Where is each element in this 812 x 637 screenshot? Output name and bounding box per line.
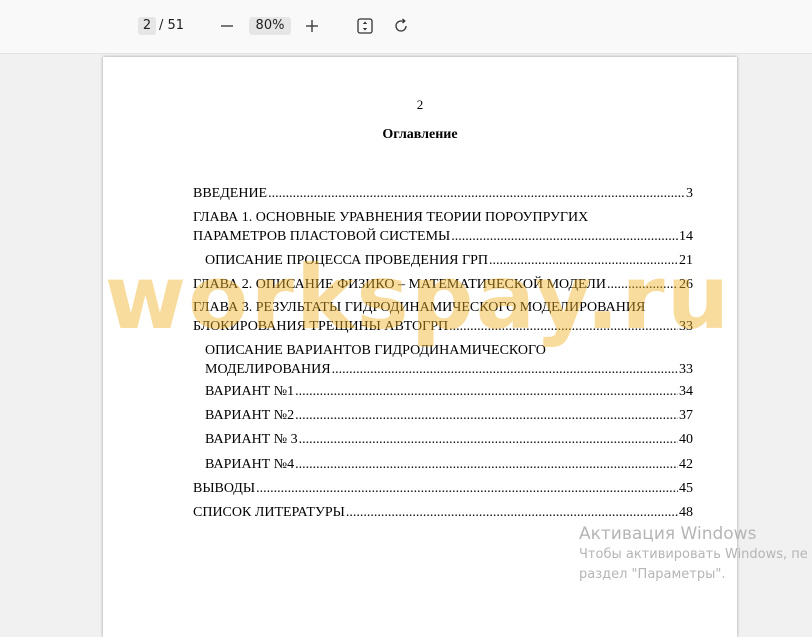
- page-number-text: 2: [416, 97, 424, 112]
- toc-page-number: 40: [679, 432, 693, 447]
- document-viewer[interactable]: 2 Оглавление ВВЕДЕНИЕ 3 ГЛАВА 1. ОСНОВНЫЕ…: [0, 54, 812, 637]
- toc-leader-dots: [449, 317, 678, 336]
- toc-entry-text: Вариант №1: [205, 384, 295, 399]
- toc-page-number: 48: [679, 505, 693, 520]
- toc-entry-intro: ВВЕДЕНИЕ 3: [193, 184, 693, 203]
- toc-entry-text: Вариант №2: [205, 408, 295, 423]
- toc-page-number: 42: [679, 457, 693, 472]
- toc-page-number: 33: [679, 319, 693, 334]
- toc-entry-conclusions: ВЫВОДЫ 45: [193, 479, 693, 498]
- toc-leader-dots: [607, 275, 678, 294]
- toc-title: Оглавление: [382, 127, 458, 142]
- toc-entry-chapter-2: ГЛАВА 2. ОПИСАНИЕ ФИЗИКО – МАТЕМАТИЧЕСКО…: [193, 275, 693, 294]
- toc-page-number: 26: [679, 277, 693, 292]
- toc-leader-dots: [489, 251, 678, 270]
- toc-page-number: 34: [679, 384, 693, 399]
- toc-entry-variant-4: Вариант №4 42: [205, 455, 693, 474]
- document-page: 2 Оглавление ВВЕДЕНИЕ 3 ГЛАВА 1. ОСНОВНЫЕ…: [103, 57, 737, 637]
- toc-entry-text-continued: ПАРАМЕТРОВ ПЛАСТОВОЙ СИСТЕМЫ: [193, 229, 451, 244]
- toc-entry-text-continued: моделирования: [205, 362, 331, 377]
- toc-entry-variant-3: Вариант № 3 40: [205, 430, 693, 449]
- toc-leader-dots: [256, 479, 678, 498]
- page-total-label: / 51: [159, 18, 185, 33]
- toc-leader-dots: [295, 382, 678, 401]
- toc-entry-text: Описание процесса проведения ГРП: [205, 253, 489, 268]
- toc-entry-text: Вариант №4: [205, 457, 295, 472]
- toc-leader-dots: [299, 430, 678, 449]
- toc-page-number: 33: [679, 362, 693, 377]
- toc-page-number: 14: [679, 229, 693, 244]
- toc-entry-text: ВВЕДЕНИЕ: [193, 186, 268, 201]
- toc-page-number: 21: [679, 253, 693, 268]
- toc-entry-chapter-3: ГЛАВА 3. РЕЗУЛЬТАТЫ ГИДРОДИНАМИЧЕСКОГО М…: [193, 298, 693, 336]
- fit-page-icon: [357, 18, 373, 34]
- rotate-icon: [395, 18, 407, 32]
- toc-leader-dots: [346, 503, 678, 522]
- toc-entry-text: ВЫВОДЫ: [193, 481, 256, 496]
- zoom-in-button[interactable]: [300, 14, 324, 38]
- toc-entry-text: Описание вариантов гидродинамического: [205, 343, 546, 358]
- zoom-level[interactable]: 80%: [249, 17, 291, 35]
- toc-leader-dots: [332, 360, 678, 379]
- toc-entry-text: ГЛАВА 3. РЕЗУЛЬТАТЫ ГИДРОДИНАМИЧЕСКОГО М…: [193, 300, 646, 315]
- toc-entry-references: СПИСОК ЛИТЕРАТУРЫ 48: [193, 503, 693, 522]
- toc-leader-dots: [268, 184, 685, 203]
- fit-page-button[interactable]: [353, 14, 377, 38]
- toc-page-number: 45: [679, 481, 693, 496]
- toc-leader-dots: [295, 406, 678, 425]
- toc-entry-text: ГЛАВА 2. ОПИСАНИЕ ФИЗИКО – МАТЕМАТИЧЕСКО…: [193, 277, 606, 292]
- toc-entry-grp-process: Описание процесса проведения ГРП 21: [205, 251, 693, 270]
- toc-page-number: 37: [679, 408, 693, 423]
- toc-leader-dots: [295, 455, 678, 474]
- toc-entry-text: Вариант № 3: [205, 432, 298, 447]
- pdf-toolbar: 2 / 51 80%: [0, 0, 812, 54]
- toc-page-number: 3: [686, 186, 693, 201]
- toc-entry-variant-2: Вариант №2 37: [205, 406, 693, 425]
- toc-leader-dots: [451, 227, 678, 246]
- minus-icon: [221, 25, 233, 27]
- rotate-button[interactable]: [389, 14, 413, 38]
- toc-entry-chapter-1: ГЛАВА 1. ОСНОВНЫЕ УРАВНЕНИЯ ТЕОРИИ ПОРОУ…: [193, 208, 693, 246]
- toc-entry-variants: Описание вариантов гидродинамического мо…: [205, 341, 693, 379]
- plus-icon: [306, 20, 318, 32]
- toc-entry-text: ГЛАВА 1. ОСНОВНЫЕ УРАВНЕНИЯ ТЕОРИИ ПОРОУ…: [193, 210, 589, 225]
- page-number-input[interactable]: 2: [138, 17, 156, 35]
- toc-entry-variant-1: Вариант №1 34: [205, 382, 693, 401]
- toc-entry-text-continued: БЛОКИРОВАНИЯ ТРЕЩИНЫ АВТОГРП: [193, 319, 449, 334]
- zoom-out-button[interactable]: [215, 14, 239, 38]
- toc-entry-text: СПИСОК ЛИТЕРАТУРЫ: [193, 505, 345, 520]
